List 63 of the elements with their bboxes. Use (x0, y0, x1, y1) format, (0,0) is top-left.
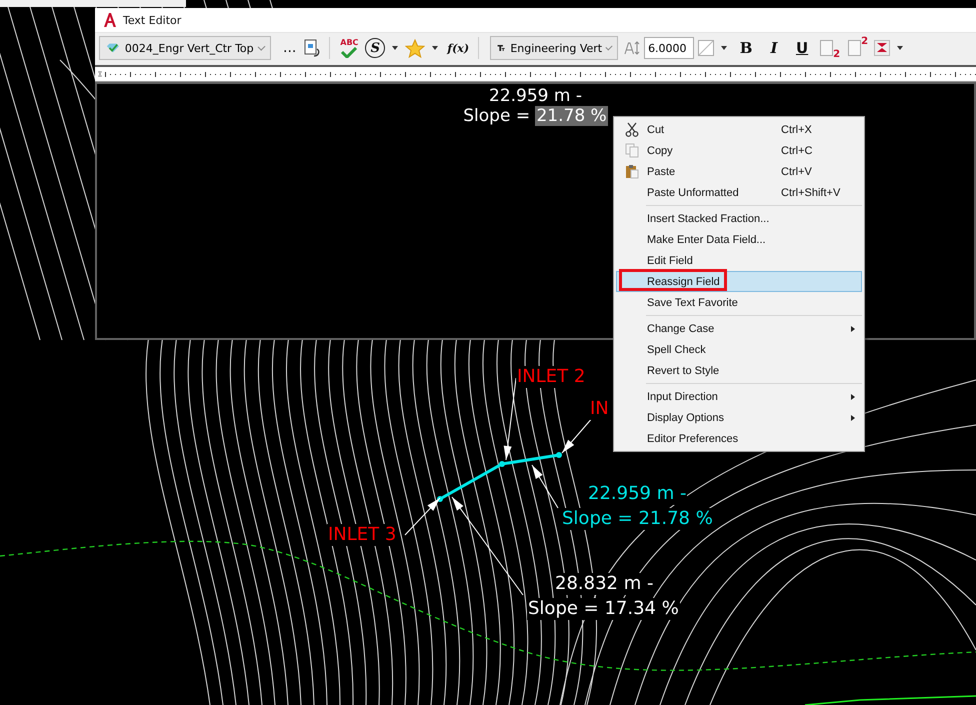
spell-check-button[interactable]: ABC (337, 36, 362, 60)
subscript-button[interactable]: 2 (818, 36, 842, 60)
document-refresh-icon[interactable] (302, 38, 322, 58)
caret-icon[interactable] (392, 46, 398, 50)
menu-item[interactable]: Edit Field (616, 250, 862, 271)
stacked-fraction-icon[interactable] (874, 40, 890, 56)
editor-text: Slope = (463, 106, 532, 126)
menu-item[interactable]: Editor Preferences (616, 428, 862, 449)
menu-item[interactable]: Change Case (616, 318, 862, 339)
app-logo-icon (103, 13, 117, 27)
gem-check-icon (106, 42, 120, 54)
drawing-label: INLET 2 (516, 366, 586, 388)
color-swatch-icon[interactable] (698, 40, 714, 56)
scissors-icon (625, 122, 639, 137)
superscript-button[interactable]: 2 (846, 36, 870, 60)
submenu-arrow-icon (851, 414, 855, 420)
caret-icon[interactable] (897, 46, 904, 50)
shortcut-text: Ctrl+X (781, 124, 813, 136)
drawing-label: 28.832 m - (554, 573, 654, 595)
font-dropdown[interactable]: Engineering Vert (490, 36, 618, 60)
shortcut-text: Ctrl+V (781, 166, 813, 178)
submenu-arrow-icon (851, 394, 855, 400)
more-button[interactable]: ... (281, 36, 298, 60)
menu-item[interactable]: Make Enter Data Field... (616, 229, 862, 250)
drawing-label: INLET 3 (327, 524, 398, 546)
menu-item[interactable]: Copy Ctrl+C (616, 140, 862, 161)
menu-item[interactable]: Reassign Field (616, 271, 862, 292)
text-field[interactable]: 21.78 % (535, 106, 608, 126)
font-icon (497, 42, 506, 54)
menu-item[interactable]: Revert to Style (616, 360, 862, 381)
window-title: Text Editor (123, 14, 182, 26)
star-icon[interactable] (405, 38, 426, 58)
editor-text: 22.959 m - (489, 86, 582, 106)
caret-icon[interactable] (721, 46, 728, 50)
drawing-label: Slope = 21.78 % (561, 508, 714, 530)
drawing-label: IN (589, 398, 610, 420)
drawing-label: Slope = 17.34 % (527, 598, 680, 620)
text-style-dropdown[interactable]: 0024_Engr Vert_Ctr Top (99, 36, 271, 60)
leader-arrow (532, 464, 558, 508)
leader-arrow (404, 498, 440, 536)
text-height-icon (624, 40, 640, 56)
symbol-button[interactable]: S (365, 38, 386, 58)
italic-button[interactable]: I (762, 36, 786, 60)
shortcut-text: Ctrl+Shift+V (781, 186, 842, 198)
menu-item[interactable]: Input Direction (616, 386, 862, 407)
menu-item[interactable]: Insert Stacked Fraction... (616, 208, 862, 229)
bold-button[interactable]: B (734, 36, 758, 60)
menu-item[interactable]: Paste Ctrl+V (616, 161, 862, 182)
drawing-label: 22.959 m - (587, 483, 688, 505)
menu-item[interactable]: Cut Ctrl+X (616, 119, 862, 140)
submenu-arrow-icon (851, 326, 855, 332)
clipboard-icon (625, 164, 639, 179)
underline-button[interactable]: U (790, 36, 814, 60)
check-icon (339, 46, 360, 58)
menu-item[interactable]: Paste Unformatted Ctrl+Shift+V (616, 182, 862, 203)
caret-icon[interactable] (432, 46, 438, 50)
menu-item[interactable]: Save Text Favorite (616, 292, 862, 313)
copy-icon (625, 143, 639, 158)
shortcut-text: Ctrl+C (781, 144, 814, 156)
menu-item[interactable]: Display Options (616, 407, 862, 428)
menu-item[interactable]: Spell Check (616, 339, 862, 360)
function-button[interactable]: f(x) (445, 36, 472, 60)
text-height-field[interactable]: 6.0000 (644, 37, 694, 59)
